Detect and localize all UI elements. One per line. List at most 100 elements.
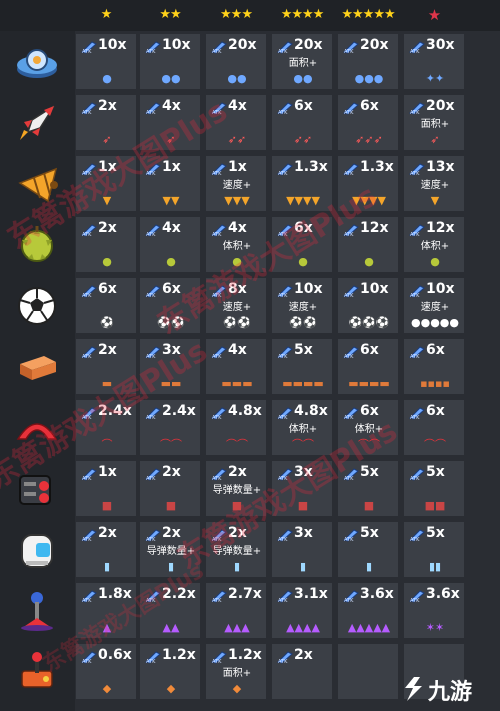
damage-multiplier: 6x (360, 342, 379, 358)
atk-icon: ATK (210, 650, 228, 664)
svg-text:ATK: ATK (344, 293, 354, 298)
svg-text:ATK: ATK (82, 598, 92, 603)
damage-multiplier: 5x (294, 342, 313, 358)
atk-icon: ATK (276, 40, 294, 54)
projectile-count-icons: ●● (161, 72, 181, 85)
damage-multiplier: 10x (162, 37, 191, 53)
atk-icon: ATK (276, 528, 294, 542)
projectile-count-icons: ⚽⚽ (289, 316, 317, 329)
svg-text:ATK: ATK (212, 49, 222, 54)
tier-cell: ATK 2.4x ⌒⌒ (139, 399, 201, 456)
laser-device-icon (14, 527, 60, 573)
damage-multiplier: 1x (98, 464, 117, 480)
damage-multiplier: 1.2x (228, 647, 262, 663)
atk-icon: ATK (342, 284, 360, 298)
tier-cell: ATK 5x ▮ (337, 521, 399, 578)
projectile-count-icons: ▮▮ (428, 560, 442, 573)
atk-icon: ATK (408, 101, 426, 115)
svg-text:ATK: ATK (146, 232, 156, 237)
damage-multiplier: 30x (426, 37, 455, 53)
svg-text:ATK: ATK (146, 293, 156, 298)
atk-icon: ATK (408, 162, 426, 176)
damage-multiplier: 10x (294, 281, 323, 297)
atk-icon: ATK (80, 345, 98, 359)
projectile-count-icons: ▬▬▬▬ (348, 377, 390, 390)
bonus-label: 速度+ (288, 302, 318, 313)
tier-cell: ATK 3.6x ▲▲▲▲▲ (337, 582, 399, 639)
atk-icon: ATK (210, 223, 228, 237)
projectile-count-icons: ▼ (430, 194, 440, 207)
projectile-count-icons: ✦✦ (425, 72, 445, 85)
atk-icon: ATK (80, 589, 98, 603)
tier-cell: ATK 10x ●● (139, 33, 201, 90)
tier-cell: ATK 3x ▮ (271, 521, 333, 578)
svg-text:ATK: ATK (344, 354, 354, 359)
atk-icon: ATK (408, 467, 426, 481)
tier-cell: ATK 13x 速度+ ▼ (403, 155, 465, 212)
atk-icon: ATK (210, 40, 228, 54)
svg-text:ATK: ATK (146, 110, 156, 115)
atk-icon: ATK (80, 223, 98, 237)
damage-multiplier: 4x (162, 220, 181, 236)
projectile-count-icons: ➶ (430, 133, 440, 146)
atk-icon: ATK (144, 284, 162, 298)
tier-cell: ATK 20x ●●● (337, 33, 399, 90)
tier-cell: ATK 6x ⌒⌒ (403, 399, 465, 456)
projectile-count-icons: ■ (363, 499, 375, 512)
damage-multiplier: 4x (228, 220, 247, 236)
tier-cell: ATK 30x ✦✦ (403, 33, 465, 90)
atk-icon: ATK (80, 284, 98, 298)
atk-icon: ATK (342, 528, 360, 542)
projectile-count-icons: ▮ (365, 560, 373, 573)
soccer-ball-icon (14, 283, 60, 329)
projectile-count-icons: ● (102, 255, 112, 268)
svg-text:ATK: ATK (146, 49, 156, 54)
projectile-count-icons: ■■ (424, 499, 446, 512)
damage-multiplier: 2x (98, 98, 117, 114)
svg-text:ATK: ATK (82, 110, 92, 115)
item-row-drone: ATK 10x ● ATK 10x ●● ATK 20x ●● ATK 20x 面积+ ●● ATK 20x… (0, 31, 500, 91)
damage-multiplier: 10x (426, 281, 455, 297)
damage-multiplier: 5x (360, 525, 379, 541)
atk-icon: ATK (408, 345, 426, 359)
damage-multiplier: 2.7x (228, 586, 262, 602)
projectile-count-icons: ⚽ (100, 316, 114, 329)
damage-multiplier: 2x (98, 342, 117, 358)
damage-multiplier: 6x (294, 98, 313, 114)
svg-text:ATK: ATK (344, 49, 354, 54)
item-row-rocket: ATK 2x ➶ ATK 4x ➶ ATK 4x ➶➶ ATK 6x ➶➶ ATK 6x ➶➶➶ ATK 20x… (0, 92, 500, 152)
damage-multiplier: 3.1x (294, 586, 328, 602)
svg-text:ATK: ATK (146, 415, 156, 420)
projectile-count-icons: ● (102, 72, 112, 85)
projectile-count-icons: ▲▲▲ (224, 621, 250, 634)
jiuyou-logo: 九游 (400, 673, 492, 707)
bonus-label: 速度+ (222, 180, 252, 191)
tier-cell: ATK 10x ● (75, 33, 137, 90)
svg-text:ATK: ATK (212, 354, 222, 359)
svg-text:ATK: ATK (82, 232, 92, 237)
projectile-count-icons: ◆ (102, 682, 112, 695)
damage-multiplier: 1.3x (294, 159, 328, 175)
svg-text:ATK: ATK (278, 171, 288, 176)
atk-icon: ATK (276, 284, 294, 298)
tier-cell: ATK 4x ● (139, 216, 201, 273)
rocket-icon (14, 100, 60, 146)
projectile-count-icons: ➶➶➶ (355, 133, 383, 146)
projectile-count-icons: ⌒⌒ (226, 438, 248, 451)
tier-cell: ATK 2x ▮ (75, 521, 137, 578)
atk-icon: ATK (276, 345, 294, 359)
atk-icon: ATK (80, 40, 98, 54)
atk-icon: ATK (408, 528, 426, 542)
svg-text:ATK: ATK (146, 659, 156, 664)
atk-icon: ATK (80, 101, 98, 115)
svg-text:ATK: ATK (278, 598, 288, 603)
projectile-count-icons: ▼▼▼ (224, 194, 250, 207)
projectile-count-icons: ▲▲▲▲▲ (347, 621, 391, 634)
atk-icon: ATK (144, 467, 162, 481)
tier-cell: ATK 2x ■ (139, 460, 201, 517)
tier-cell: ATK 6x ➶➶➶ (337, 94, 399, 151)
tier-evolved-star: ★ (427, 6, 441, 24)
bonus-label: 面积+ (420, 119, 450, 130)
svg-text:ATK: ATK (82, 293, 92, 298)
svg-text:ATK: ATK (212, 415, 222, 420)
